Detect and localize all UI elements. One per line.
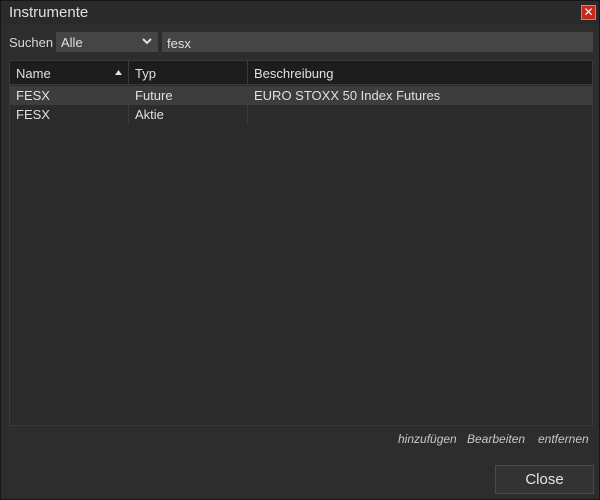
- close-button[interactable]: Close: [495, 465, 594, 494]
- column-header-name[interactable]: Name: [10, 61, 129, 85]
- table-row[interactable]: FESX Aktie: [10, 105, 592, 124]
- edit-link[interactable]: Bearbeiten: [467, 432, 525, 448]
- search-row: Suchen Alle: [1, 32, 599, 54]
- column-header-type[interactable]: Typ: [129, 61, 248, 85]
- title-bar[interactable]: Instrumente ✕: [1, 1, 599, 25]
- instrument-table: Name Typ Beschreibung FESX Future EURO S…: [9, 60, 593, 426]
- cell-description: EURO STOXX 50 Index Futures: [254, 88, 441, 103]
- table-header: Name Typ Beschreibung: [10, 61, 592, 85]
- cell-description: [248, 105, 592, 124]
- cell-name: FESX: [10, 86, 129, 105]
- chevron-down-icon: [142, 38, 152, 45]
- cell-name: FESX: [10, 105, 129, 124]
- window-title: Instrumente: [9, 4, 89, 21]
- type-filter-dropdown[interactable]: Alle: [56, 32, 158, 52]
- remove-link[interactable]: entfernen: [538, 432, 589, 448]
- add-link[interactable]: hinzufügen: [398, 432, 457, 448]
- cell-type: Future: [129, 86, 248, 105]
- sort-ascending-icon: [115, 70, 122, 75]
- table-row[interactable]: FESX Future EURO STOXX 50 Index Futures: [10, 86, 592, 105]
- column-header-description[interactable]: Beschreibung: [248, 61, 592, 85]
- type-filter-value: Alle: [61, 35, 83, 50]
- search-label: Suchen: [9, 35, 54, 50]
- cell-type: Aktie: [129, 105, 248, 124]
- instruments-dialog: Instrumente ✕ Suchen Alle Name Typ: [0, 0, 600, 500]
- close-window-button[interactable]: ✕: [581, 5, 596, 20]
- close-icon: ✕: [583, 5, 594, 19]
- search-input[interactable]: [162, 32, 593, 52]
